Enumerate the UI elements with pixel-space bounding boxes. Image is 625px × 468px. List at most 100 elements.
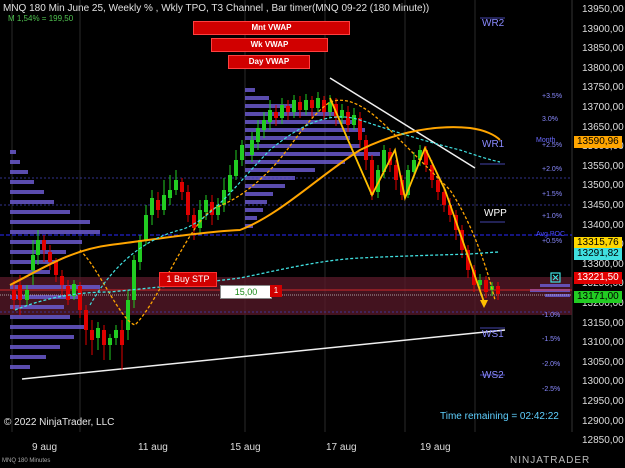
candle-body [144,215,148,240]
candle-body [18,285,22,300]
candle-body [174,180,178,190]
price-tick-label: 13550,00 [582,160,624,172]
candle-body [132,260,136,300]
candle-body [66,286,70,300]
chart-title: MNQ 180 Min June 25, Weekly % , Wkly TPO… [3,3,430,14]
order-count[interactable]: 1 [270,285,282,297]
candle-body [262,120,266,130]
price-tick-label: 13150,00 [582,317,624,329]
candle-body [54,262,58,275]
candle-body [120,330,124,345]
weekly-vwap-button[interactable]: Wk VWAP [211,38,328,52]
pct-label: -1.5% [542,336,561,343]
price-tick-label: 12900,00 [582,415,624,427]
price-tick-label: 13000,00 [582,376,624,388]
candle-body [96,328,100,338]
date-label: 17 aug [326,442,357,453]
ws2-label: WS2 [482,370,504,381]
pct-label: +1.0% [542,213,563,220]
price-tick-label: 12950,00 [582,396,624,407]
order-quantity[interactable]: 15,00 [220,285,272,299]
candle-body [126,300,130,330]
price-tick-label: 13300,00 [582,258,624,270]
pct-label: +3.5% [542,93,563,100]
candle-body [274,112,278,118]
candle-body [250,140,254,155]
candle-body [346,112,350,125]
ninjatrader-logo: NINJATRADER [510,455,591,466]
candle-body [48,252,52,262]
vwap-price-box: 13590,96 [574,136,622,148]
candle-body [280,105,284,118]
candle-body [352,115,356,125]
candle-body [198,210,202,228]
candle-body [358,118,362,140]
ws1-label: WS1 [482,329,504,340]
candle-body [162,195,166,210]
candle-body [102,330,106,345]
candle-body [180,182,184,192]
monthly-vwap-button[interactable]: Mnt VWAP [193,21,350,35]
candle-body [442,192,446,205]
candle-body [12,290,16,300]
candle-body [316,98,320,108]
bar-timer: Time remaining = 02:42:22 [440,411,559,422]
candle-body [364,140,368,160]
price-tick-label: 13800,00 [582,62,624,74]
candle-body [310,100,314,108]
candle-body [256,128,260,142]
price-tick-label: 13050,00 [582,356,624,368]
candle-body [84,310,88,330]
candle-body [436,180,440,192]
daily-vwap-button[interactable]: Day VWAP [228,55,310,69]
candle-body [114,330,118,338]
candle-body [298,102,302,110]
pct-label: -1.0% [542,312,561,319]
candle-body [60,276,64,285]
candle-body [394,165,398,180]
candle-body [108,338,112,345]
candle-body [90,330,94,340]
date-label: 9 aug [32,442,58,453]
price-tick-label: 13100,00 [582,337,624,349]
price-tick-label: 13750,00 [582,82,624,94]
price-tick-label: 13950,00 [582,4,624,15]
price-tick-label: 13700,00 [582,102,624,113]
copyright-text: © 2022 NinjaTrader, LLC [4,417,115,428]
candle-body [78,286,82,310]
avg-poc-label: Avg POC [536,231,566,238]
buy-stop-order[interactable]: 1 Buy STP [159,272,217,287]
band-price-box: 13291,82 [574,248,622,260]
candle-body [36,240,40,255]
order-price-box: 13221,50 [574,272,622,284]
candle-body [240,145,244,160]
price-tick-label: 13500,00 [582,180,624,192]
pct-label: +2.0% [542,166,563,173]
price-chart[interactable] [0,0,625,468]
last-price-box: 13171,00 [574,291,622,303]
date-label: 11 aug [138,442,168,453]
pct-label: -2.5% [542,386,561,393]
candle-body [268,110,272,122]
price-tick-label: 12850,00 [582,435,624,447]
wr1-label: WR1 [482,139,505,150]
candle-body [292,100,296,112]
candle-body [234,160,238,176]
price-tick-label: 13850,00 [582,43,624,55]
price-tick-label: 13400,00 [582,219,624,231]
candle-body [186,192,190,215]
candle-body [156,200,160,210]
candle-body [496,286,500,294]
wr2-label: WR2 [482,18,505,29]
pct-label: 3.0% [542,116,558,123]
pct-label: -2.0% [542,361,561,368]
date-label: 15 aug [230,442,261,453]
price-tick-label: 13900,00 [582,23,624,35]
candle-body [204,200,208,212]
month-label: Month [536,137,556,144]
candle-body [168,190,172,198]
candle-body [31,255,35,270]
candle-body [286,106,290,112]
date-label: 19 aug [420,442,451,453]
candle-body [138,240,142,262]
